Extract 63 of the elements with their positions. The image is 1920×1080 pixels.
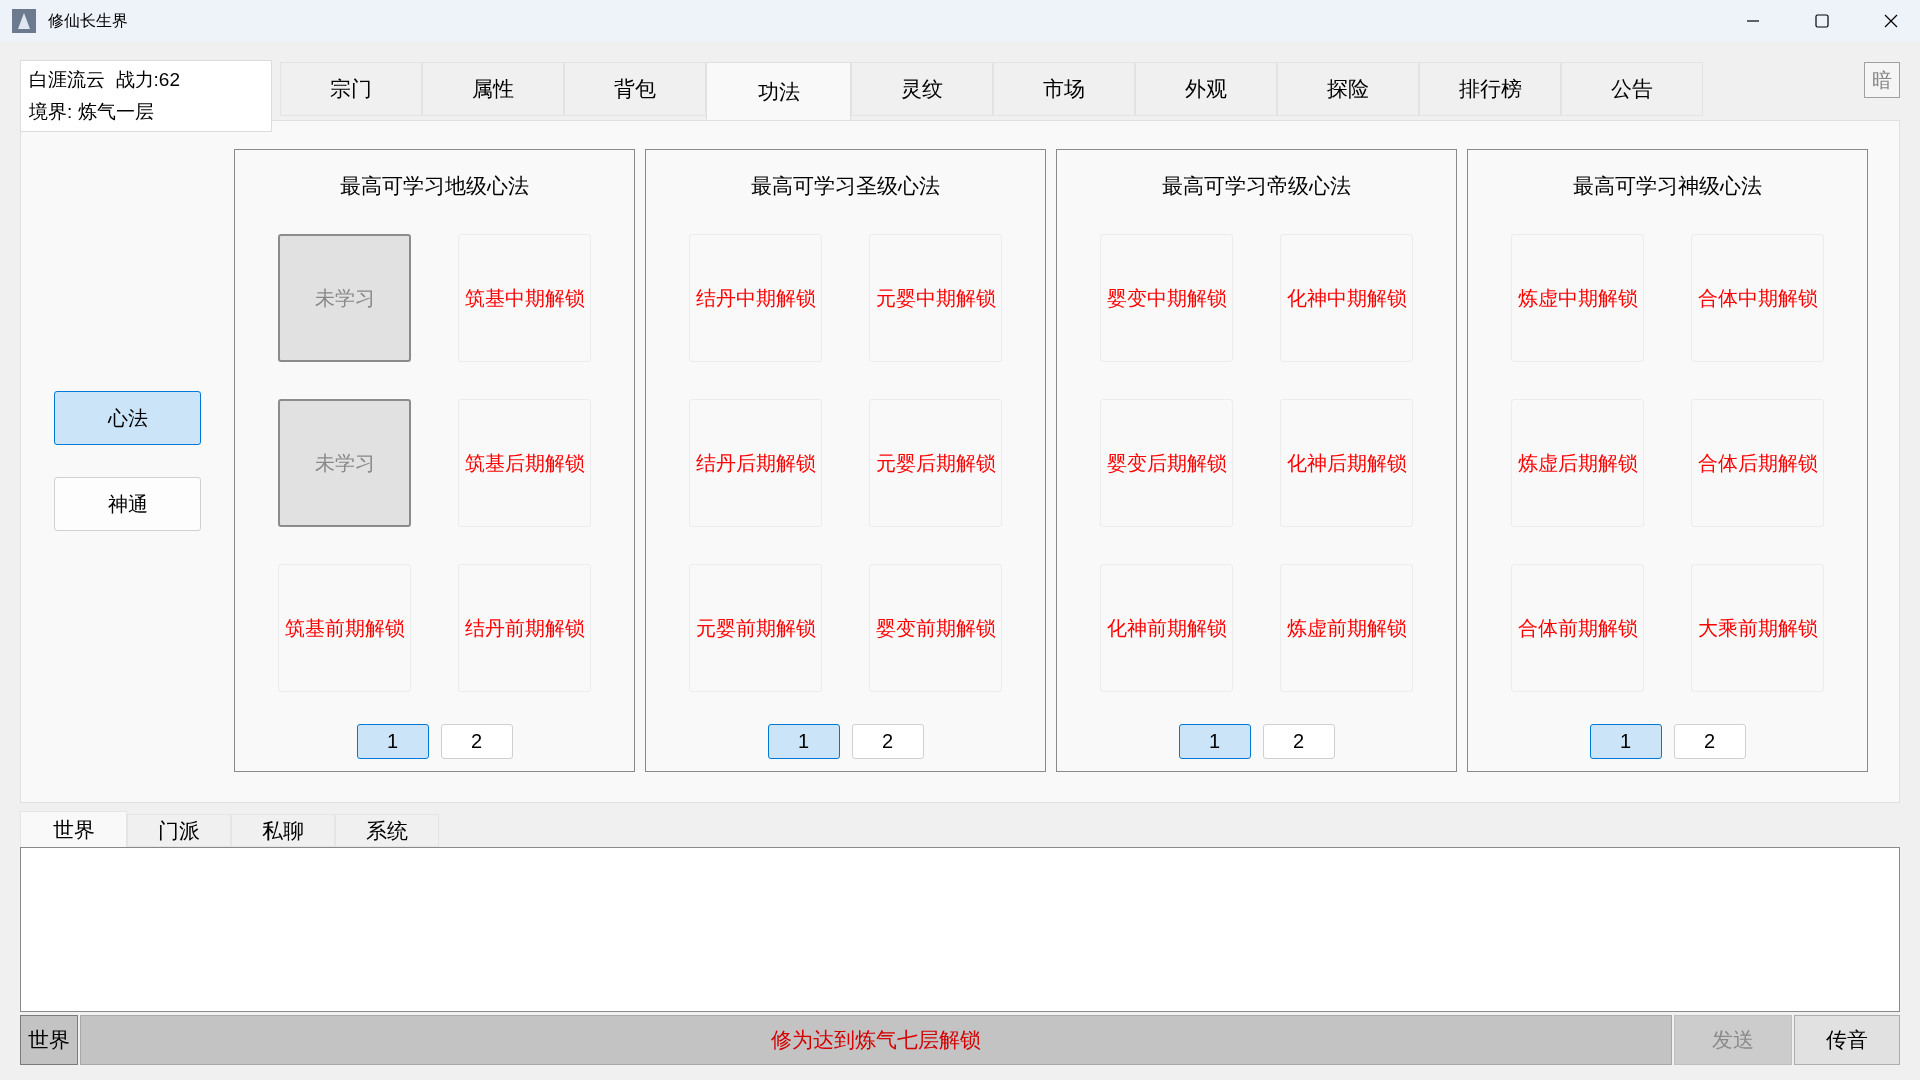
player-name-power: 白涯流云 战力:62	[29, 67, 181, 92]
technique-slot[interactable]: 婴变中期解锁	[1100, 233, 1233, 362]
technique-slot[interactable]: 筑基中期解锁	[458, 233, 591, 362]
chat-tab[interactable]: 私聊	[231, 814, 335, 847]
nav-tab[interactable]: 功法	[706, 62, 851, 120]
window-title: 修仙长生界	[48, 11, 128, 31]
technique-slot[interactable]: 化神前期解锁	[1100, 563, 1233, 692]
nav-tab[interactable]: 背包	[564, 62, 706, 116]
chat-tab[interactable]: 系统	[335, 814, 439, 847]
technique-slot[interactable]: 元婴后期解锁	[869, 398, 1002, 527]
nav-tab[interactable]: 市场	[993, 62, 1135, 116]
technique-slot[interactable]: 筑基后期解锁	[458, 398, 591, 527]
nav-tab[interactable]: 属性	[422, 62, 564, 116]
technique-slot[interactable]: 元婴中期解锁	[869, 233, 1002, 362]
technique-slot[interactable]: 大乘前期解锁	[1691, 563, 1824, 692]
technique-slot[interactable]: 未学习	[278, 398, 411, 527]
nav-tab[interactable]: 灵纹	[851, 62, 993, 116]
nav-tab[interactable]: 排行榜	[1419, 62, 1561, 116]
technique-slot[interactable]: 婴变后期解锁	[1100, 398, 1233, 527]
technique-slot[interactable]: 化神后期解锁	[1280, 398, 1413, 527]
side-button[interactable]: 心法	[54, 391, 201, 445]
technique-slot[interactable]: 合体后期解锁	[1691, 398, 1824, 527]
technique-slot[interactable]: 未学习	[278, 233, 411, 362]
technique-slot[interactable]: 结丹前期解锁	[458, 563, 591, 692]
side-button[interactable]: 神通	[54, 477, 201, 531]
technique-slot[interactable]: 化神中期解锁	[1280, 233, 1413, 362]
panel-title: 最高可学习地级心法	[340, 173, 529, 199]
technique-slot[interactable]: 炼虚后期解锁	[1511, 398, 1644, 527]
app-icon	[12, 9, 36, 33]
panel-title: 最高可学习神级心法	[1573, 173, 1762, 199]
technique-slot[interactable]: 结丹后期解锁	[689, 398, 822, 527]
theme-button[interactable]: 暗	[1864, 62, 1900, 98]
technique-slot[interactable]: 筑基前期解锁	[278, 563, 411, 692]
page-button[interactable]: 2	[1673, 723, 1746, 759]
technique-slot[interactable]: 结丹中期解锁	[689, 233, 822, 362]
page-button[interactable]: 2	[1262, 723, 1335, 759]
nav-tab[interactable]: 宗门	[280, 62, 422, 116]
page-button[interactable]: 1	[1589, 723, 1662, 759]
unlock-notice: 修为达到炼气七层解锁	[771, 1027, 981, 1054]
maximize-icon[interactable]	[1815, 14, 1829, 28]
player-realm: 境界: 炼气一层	[29, 100, 155, 124]
page-button[interactable]: 1	[767, 723, 840, 759]
nav-tab[interactable]: 探险	[1277, 62, 1419, 116]
technique-slot[interactable]: 合体前期解锁	[1511, 563, 1644, 692]
channel-button[interactable]: 世界	[20, 1015, 78, 1065]
technique-slot[interactable]: 婴变前期解锁	[869, 563, 1002, 692]
page-button[interactable]: 2	[851, 723, 924, 759]
close-icon[interactable]	[1884, 14, 1898, 28]
page-button[interactable]: 1	[1178, 723, 1251, 759]
technique-slot[interactable]: 元婴前期解锁	[689, 563, 822, 692]
technique-slot[interactable]: 合体中期解锁	[1691, 233, 1824, 362]
nav-tab[interactable]: 外观	[1135, 62, 1277, 116]
panel-title: 最高可学习圣级心法	[751, 173, 940, 199]
nav-tab[interactable]: 公告	[1561, 62, 1703, 116]
panel-title: 最高可学习帝级心法	[1162, 173, 1351, 199]
voice-button[interactable]: 传音	[1794, 1015, 1900, 1065]
chat-input-field[interactable]: 修为达到炼气七层解锁	[80, 1015, 1672, 1065]
page-button[interactable]: 2	[440, 723, 513, 759]
technique-slot[interactable]: 炼虚中期解锁	[1511, 233, 1644, 362]
page-button[interactable]: 1	[356, 723, 429, 759]
technique-slot[interactable]: 炼虚前期解锁	[1280, 563, 1413, 692]
chat-tab[interactable]: 门派	[127, 814, 231, 847]
chat-tab[interactable]: 世界	[20, 811, 127, 847]
